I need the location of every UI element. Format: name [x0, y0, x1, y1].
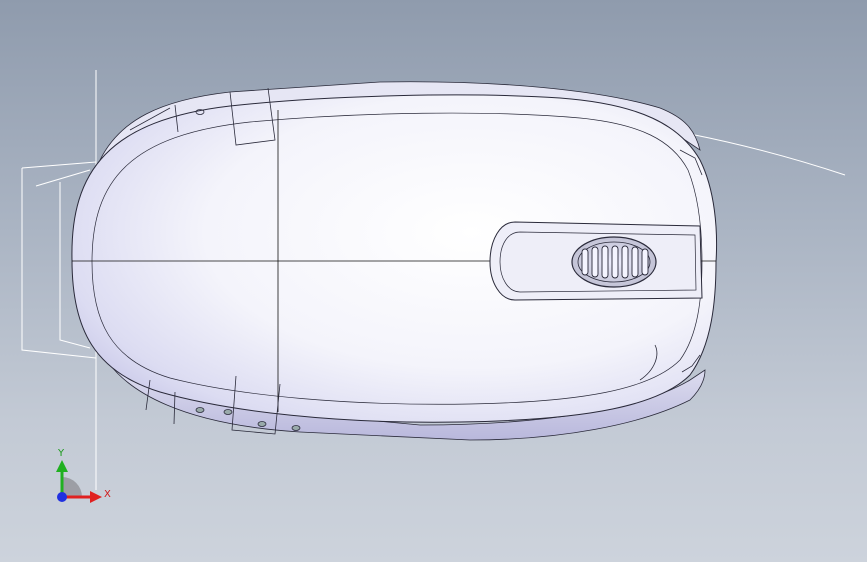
mouse-model-view[interactable]: Y X: [0, 0, 867, 562]
z-axis-dot: [57, 492, 67, 502]
scroll-wheel[interactable]: [571, 236, 657, 288]
coordinate-triad: Y X: [56, 448, 111, 503]
x-axis-label: X: [104, 489, 111, 500]
graphics-viewport[interactable]: Y X: [0, 0, 867, 562]
y-axis-label: Y: [57, 448, 65, 459]
